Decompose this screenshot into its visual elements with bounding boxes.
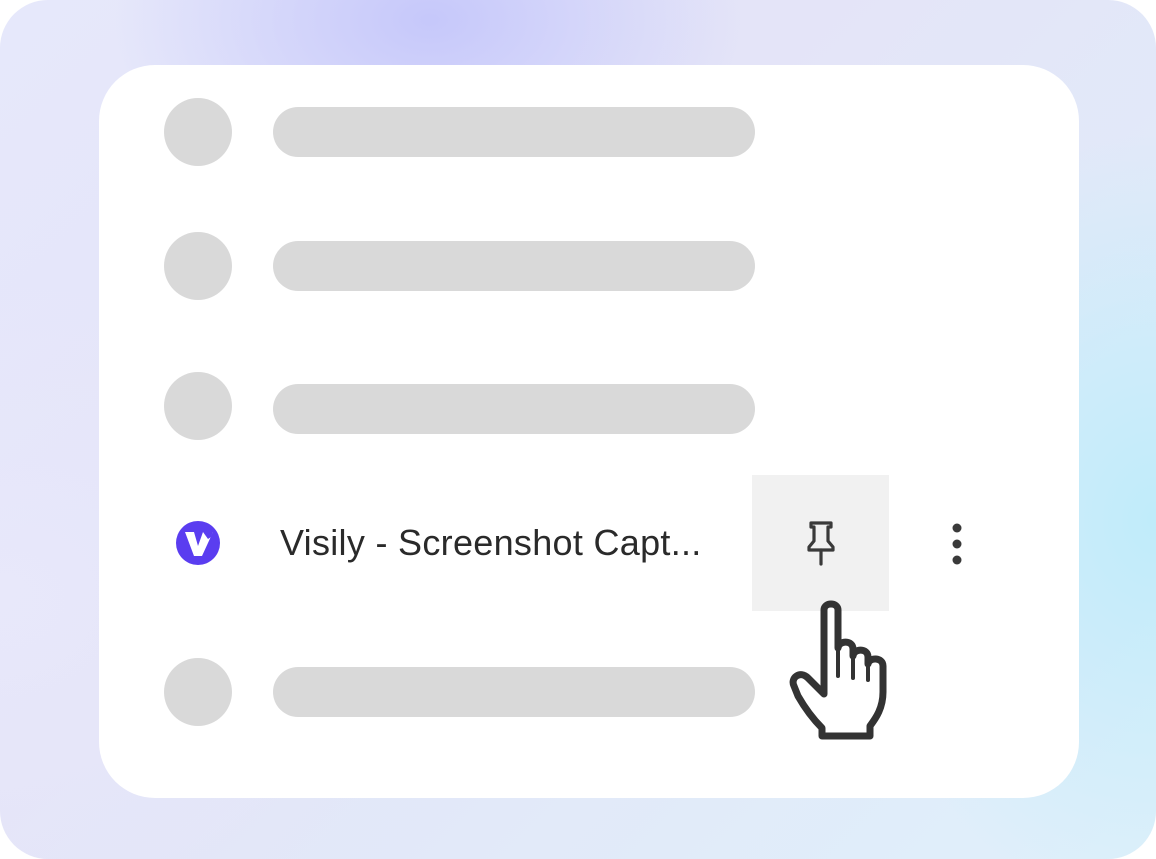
extension-name: Visily - Screenshot Capt... bbox=[280, 522, 702, 563]
placeholder-avatar bbox=[164, 372, 232, 440]
placeholder-text-line bbox=[273, 384, 755, 434]
visily-logo-icon bbox=[176, 521, 220, 565]
placeholder-avatar bbox=[164, 98, 232, 166]
pin-button[interactable] bbox=[752, 475, 889, 611]
extensions-menu-card: Visily - Screenshot Capt... bbox=[99, 65, 1079, 798]
more-vertical-icon bbox=[952, 523, 962, 565]
pin-icon bbox=[806, 521, 835, 566]
placeholder-text-line bbox=[273, 107, 755, 157]
placeholder-text-line bbox=[273, 667, 755, 717]
hand-pointer-cursor-icon bbox=[789, 600, 887, 740]
placeholder-avatar bbox=[164, 658, 232, 726]
placeholder-text-line bbox=[273, 241, 755, 291]
more-options-button[interactable] bbox=[931, 512, 983, 576]
placeholder-avatar bbox=[164, 232, 232, 300]
